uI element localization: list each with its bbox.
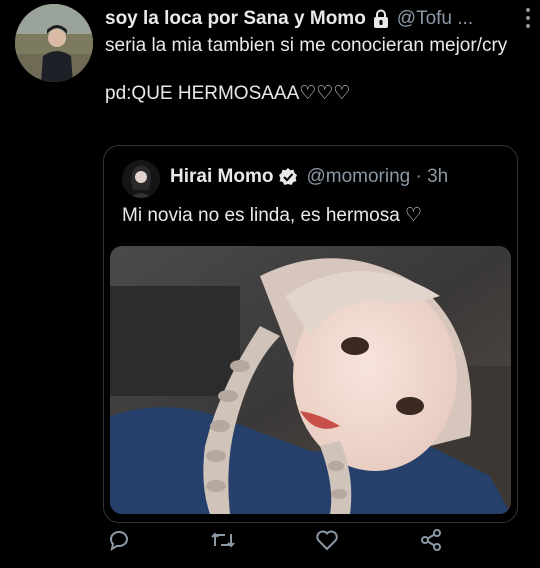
retweet-icon[interactable]	[209, 526, 237, 554]
tweet-header: soy la loca por Sana y Momo @Tofu ...	[105, 6, 525, 32]
lock-icon	[371, 9, 391, 29]
quoted-handle-time[interactable]: @momoring · 3h	[306, 166, 448, 188]
avatar-photo	[15, 4, 93, 82]
quoted-text: Mi novia no es linda, es hermosa ♡	[122, 205, 423, 226]
quoted-author-name[interactable]: Hirai Momo	[170, 166, 273, 188]
tweet-actions	[105, 526, 455, 556]
like-icon[interactable]	[313, 526, 341, 554]
quoted-avatar-photo	[122, 160, 160, 198]
more-vertical-icon[interactable]	[526, 8, 530, 28]
share-icon[interactable]	[417, 526, 445, 554]
author-name[interactable]: soy la loca por Sana y Momo	[105, 8, 366, 30]
quoted-photo[interactable]	[110, 246, 511, 514]
reply-icon[interactable]	[105, 526, 133, 554]
selfie-image	[110, 246, 511, 514]
verified-badge-icon	[278, 167, 298, 187]
tweet-text: seria la mia tambien si me conocieran me…	[105, 35, 508, 104]
quoted-avatar[interactable]	[122, 160, 160, 198]
quoted-tweet[interactable]: Hirai Momo @momoring · 3h Mi novia no es…	[103, 145, 518, 523]
author-handle[interactable]: @Tofu ...	[397, 8, 473, 30]
quoted-header: Hirai Momo @momoring · 3h	[170, 166, 448, 188]
author-avatar[interactable]	[15, 4, 93, 82]
